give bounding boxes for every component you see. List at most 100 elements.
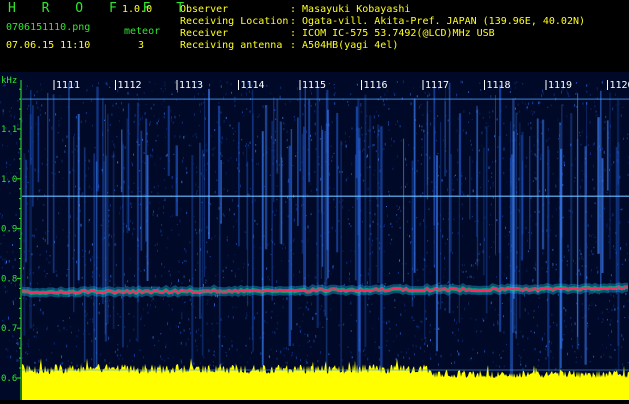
meteor-streak <box>440 122 441 309</box>
receiver-label: Receiver <box>180 28 228 40</box>
meteor-streak <box>24 154 26 336</box>
observer-value: : Masayuki Kobayashi <box>290 4 410 16</box>
meteor-streak <box>427 101 428 200</box>
meteor-streak <box>273 97 274 202</box>
time-tick-label: 1111 <box>56 80 80 91</box>
file-datetime: 07.06.15 11:10 <box>6 40 90 52</box>
antenna-label: Receiving antenna <box>180 40 282 52</box>
meteor-streak <box>521 135 523 261</box>
meteor-streak <box>511 154 513 397</box>
meteor-streak <box>357 127 359 370</box>
meteor-streak <box>412 161 414 307</box>
meteor-streak <box>377 125 379 284</box>
meteor-streak <box>68 83 70 298</box>
meteor-streak <box>537 119 539 294</box>
meteor-streak <box>78 114 80 280</box>
meteor-streak <box>297 118 299 227</box>
meteor-streak <box>218 106 220 197</box>
meteor-streak <box>25 160 27 262</box>
meteor-streak <box>53 94 55 273</box>
meteor-streak <box>476 161 477 237</box>
meteor-streak <box>495 95 496 254</box>
meteor-streak <box>609 93 610 260</box>
meteor-streak <box>246 144 247 249</box>
meteor-streak <box>220 160 222 224</box>
meteor-streak <box>469 156 470 219</box>
meteor-streak <box>281 158 282 244</box>
meteor-streak <box>483 147 485 275</box>
meteor-streak <box>238 122 240 246</box>
meteor-streak <box>262 131 264 365</box>
meteor-streak <box>444 101 446 176</box>
meteor-streak <box>542 120 544 250</box>
meteor-streak <box>369 115 371 293</box>
meteor-streak <box>208 89 210 239</box>
meteor-streak <box>436 155 438 351</box>
meteor-streak <box>433 88 435 226</box>
meteor-streak <box>585 146 587 364</box>
antenna-value: : A504HB(yagi 4el) <box>290 40 398 52</box>
meteor-streak <box>73 136 74 312</box>
frequency-tick-label: 0.8 <box>1 274 17 284</box>
meteor-streak <box>600 91 601 290</box>
meteor-streak <box>547 146 549 357</box>
meteor-streak <box>355 155 357 281</box>
meteor-streak <box>308 99 310 182</box>
meteor-streak <box>289 146 291 346</box>
meteor-label: meteor <box>124 26 160 38</box>
meteor-streak <box>105 156 107 342</box>
meteor-streak <box>365 95 367 348</box>
meteor-streak <box>265 105 267 249</box>
meteor-streak <box>414 98 416 272</box>
time-tick-label: 1113 <box>179 80 203 91</box>
meteor-streak <box>96 162 98 375</box>
meteor-streak <box>618 152 620 400</box>
observer-label: Observer <box>180 4 228 16</box>
location-value: : Ogata-vill. Akita-Pref. JAPAN (139.96E… <box>290 16 585 28</box>
meteor-streak <box>327 110 329 279</box>
meteor-streak <box>121 130 122 193</box>
meteor-streak <box>113 151 115 329</box>
meteor-streak <box>529 136 530 249</box>
meteor-count: 3 <box>138 40 144 52</box>
meteor-streak <box>607 120 609 190</box>
meteor-streak <box>147 155 149 281</box>
meteor-streak <box>403 139 404 282</box>
meteor-streak <box>424 134 425 340</box>
frequency-tick-label: 1.0 <box>1 175 17 185</box>
meteor-streak <box>137 139 139 343</box>
frequency-unit: kHz <box>1 76 17 86</box>
meteor-streak <box>486 127 488 314</box>
meteor-streak <box>47 93 48 245</box>
meteor-streak <box>510 158 511 391</box>
meteor-streak <box>336 113 338 252</box>
receiver-value: : ICOM IC-575 53.7492(@LCD)MHz USB <box>290 28 495 40</box>
meteor-streak <box>84 147 86 362</box>
meteor-streak <box>380 126 382 377</box>
meteor-streak <box>102 98 103 304</box>
time-tick-label: 1116 <box>364 80 388 91</box>
meteor-streak <box>276 99 278 174</box>
frequency-tick-label: 0.7 <box>1 324 17 334</box>
meteor-streak <box>602 158 604 273</box>
meteor-streak <box>597 117 600 254</box>
time-tick-label: 1118 <box>487 80 511 91</box>
meteor-streak <box>93 154 95 398</box>
meteor-streak <box>449 83 451 314</box>
meteor-streak <box>32 105 33 206</box>
meteor-streak <box>176 145 178 216</box>
time-tick-label: 1115 <box>302 80 326 91</box>
meteor-streak <box>128 103 129 229</box>
meteor-streak <box>141 131 143 251</box>
header-panel: H R O F F T 1.0.0 0706151110.png meteor … <box>0 0 629 72</box>
meteor-streak <box>515 113 517 339</box>
time-tick-label: 1120 <box>610 80 629 91</box>
meteor-streak <box>577 93 578 337</box>
meteor-streak <box>321 138 322 279</box>
meteor-streak <box>204 98 205 277</box>
app-version: 1.0.0 <box>122 4 152 16</box>
app-logo: H R O F F T <box>8 3 193 15</box>
meteor-streak <box>451 154 452 252</box>
file-name: 0706151110.png <box>6 22 90 34</box>
time-tick-label: 1112 <box>118 80 142 91</box>
